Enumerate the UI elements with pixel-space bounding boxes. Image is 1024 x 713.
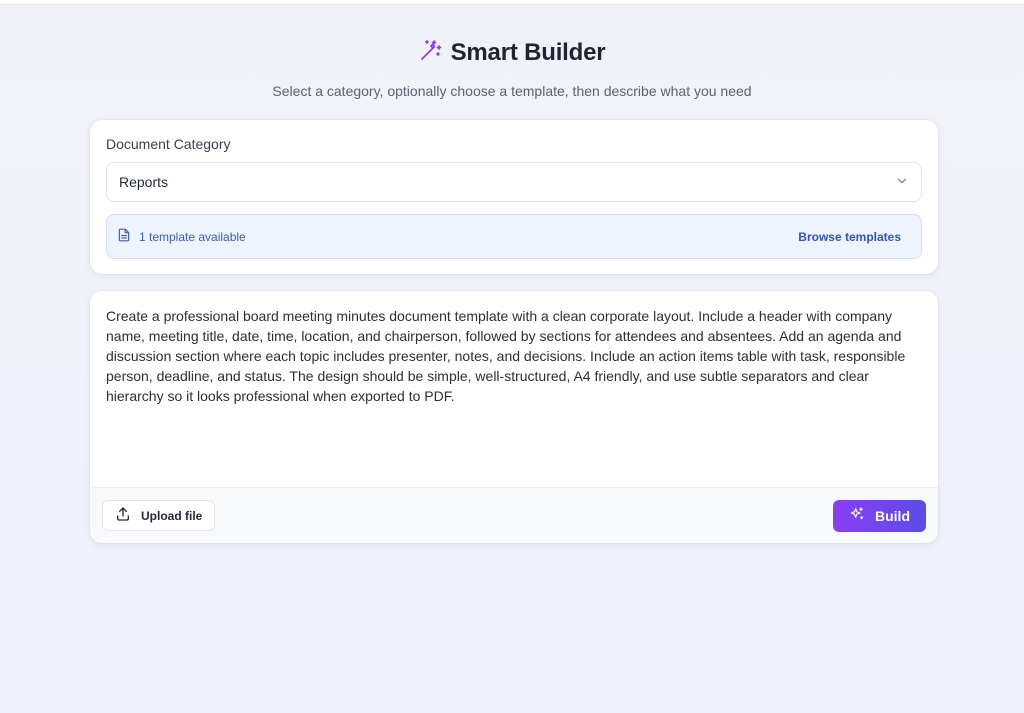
- magic-wand-icon: [419, 38, 443, 67]
- upload-icon: [115, 506, 131, 525]
- page-title: Smart Builder: [450, 38, 606, 66]
- category-selected-value: Reports: [119, 174, 169, 190]
- template-info: 1 template available: [117, 228, 246, 245]
- template-count-text: 1 template available: [139, 229, 246, 244]
- build-button[interactable]: Build: [833, 499, 926, 532]
- prompt-footer: Upload file Build: [90, 487, 938, 543]
- upload-file-label: Upload file: [141, 508, 203, 523]
- category-label: Document Category: [106, 136, 231, 152]
- browse-templates-link[interactable]: Browse templates: [798, 230, 901, 244]
- build-label: Build: [875, 507, 910, 524]
- page-header: Smart Builder Select a category, optiona…: [0, 38, 1024, 100]
- sparkles-icon: [849, 506, 865, 525]
- document-icon: [117, 228, 131, 245]
- page-subtitle: Select a category, optionally choose a t…: [272, 83, 752, 99]
- category-select[interactable]: Reports: [106, 162, 922, 202]
- category-card: Document Category Reports 1 template ava…: [90, 120, 938, 274]
- prompt-input[interactable]: Create a professional board meeting minu…: [90, 291, 938, 487]
- chevron-down-icon: [895, 174, 909, 191]
- top-bar: [0, 0, 1024, 5]
- upload-file-button[interactable]: Upload file: [102, 500, 216, 531]
- prompt-card: Create a professional board meeting minu…: [90, 291, 938, 543]
- title-row: Smart Builder: [419, 38, 606, 67]
- template-info-box: 1 template available Browse templates: [106, 214, 922, 259]
